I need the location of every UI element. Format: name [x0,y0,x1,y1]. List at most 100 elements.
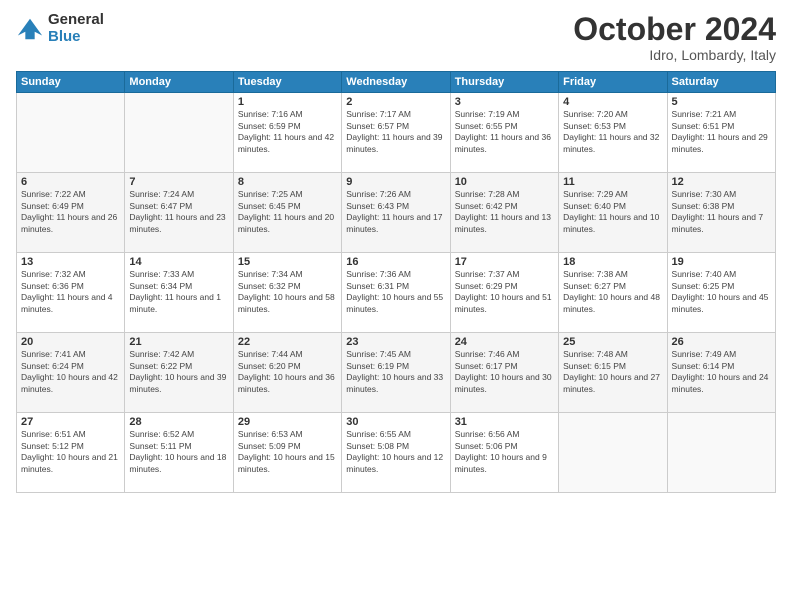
calendar-cell: 12Sunrise: 7:30 AM Sunset: 6:38 PM Dayli… [667,173,775,253]
day-info: Sunrise: 6:53 AM Sunset: 5:09 PM Dayligh… [238,429,337,475]
day-number: 4 [563,96,662,108]
calendar-cell: 5Sunrise: 7:21 AM Sunset: 6:51 PM Daylig… [667,93,775,173]
day-info: Sunrise: 7:49 AM Sunset: 6:14 PM Dayligh… [672,349,771,395]
day-info: Sunrise: 7:20 AM Sunset: 6:53 PM Dayligh… [563,109,662,155]
day-number: 5 [672,96,771,108]
weekday-header-monday: Monday [125,72,233,93]
logo-icon [16,15,44,43]
calendar-cell: 2Sunrise: 7:17 AM Sunset: 6:57 PM Daylig… [342,93,450,173]
calendar-table: SundayMondayTuesdayWednesdayThursdayFrid… [16,71,776,493]
weekday-header-friday: Friday [559,72,667,93]
day-number: 6 [21,176,120,188]
day-number: 31 [455,416,554,428]
day-info: Sunrise: 7:42 AM Sunset: 6:22 PM Dayligh… [129,349,228,395]
calendar-cell: 4Sunrise: 7:20 AM Sunset: 6:53 PM Daylig… [559,93,667,173]
day-number: 10 [455,176,554,188]
calendar-cell: 27Sunrise: 6:51 AM Sunset: 5:12 PM Dayli… [17,413,125,493]
calendar-cell: 15Sunrise: 7:34 AM Sunset: 6:32 PM Dayli… [233,253,341,333]
day-number: 30 [346,416,445,428]
day-info: Sunrise: 7:26 AM Sunset: 6:43 PM Dayligh… [346,189,445,235]
calendar-cell: 13Sunrise: 7:32 AM Sunset: 6:36 PM Dayli… [17,253,125,333]
day-info: Sunrise: 7:21 AM Sunset: 6:51 PM Dayligh… [672,109,771,155]
day-number: 27 [21,416,120,428]
day-number: 21 [129,336,228,348]
calendar-week-5: 27Sunrise: 6:51 AM Sunset: 5:12 PM Dayli… [17,413,776,493]
day-number: 22 [238,336,337,348]
day-number: 28 [129,416,228,428]
day-number: 3 [455,96,554,108]
day-info: Sunrise: 7:19 AM Sunset: 6:55 PM Dayligh… [455,109,554,155]
calendar-cell [559,413,667,493]
calendar-page: General Blue October 2024 Idro, Lombardy… [0,0,792,612]
day-info: Sunrise: 7:37 AM Sunset: 6:29 PM Dayligh… [455,269,554,315]
calendar-cell: 10Sunrise: 7:28 AM Sunset: 6:42 PM Dayli… [450,173,558,253]
calendar-cell: 21Sunrise: 7:42 AM Sunset: 6:22 PM Dayli… [125,333,233,413]
calendar-cell: 1Sunrise: 7:16 AM Sunset: 6:59 PM Daylig… [233,93,341,173]
weekday-header-row: SundayMondayTuesdayWednesdayThursdayFrid… [17,72,776,93]
weekday-header-tuesday: Tuesday [233,72,341,93]
logo: General Blue [16,12,104,45]
weekday-header-sunday: Sunday [17,72,125,93]
day-info: Sunrise: 7:28 AM Sunset: 6:42 PM Dayligh… [455,189,554,235]
day-number: 11 [563,176,662,188]
calendar-cell [125,93,233,173]
calendar-cell: 29Sunrise: 6:53 AM Sunset: 5:09 PM Dayli… [233,413,341,493]
calendar-cell: 6Sunrise: 7:22 AM Sunset: 6:49 PM Daylig… [17,173,125,253]
day-number: 7 [129,176,228,188]
day-number: 20 [21,336,120,348]
calendar-cell: 31Sunrise: 6:56 AM Sunset: 5:06 PM Dayli… [450,413,558,493]
calendar-subtitle: Idro, Lombardy, Italy [573,47,776,63]
logo-blue: Blue [48,29,104,46]
day-info: Sunrise: 7:33 AM Sunset: 6:34 PM Dayligh… [129,269,228,315]
day-info: Sunrise: 7:41 AM Sunset: 6:24 PM Dayligh… [21,349,120,395]
calendar-cell: 26Sunrise: 7:49 AM Sunset: 6:14 PM Dayli… [667,333,775,413]
day-number: 17 [455,256,554,268]
day-info: Sunrise: 6:51 AM Sunset: 5:12 PM Dayligh… [21,429,120,475]
calendar-cell: 11Sunrise: 7:29 AM Sunset: 6:40 PM Dayli… [559,173,667,253]
day-number: 23 [346,336,445,348]
calendar-cell: 22Sunrise: 7:44 AM Sunset: 6:20 PM Dayli… [233,333,341,413]
day-number: 8 [238,176,337,188]
day-number: 25 [563,336,662,348]
day-number: 9 [346,176,445,188]
day-info: Sunrise: 7:44 AM Sunset: 6:20 PM Dayligh… [238,349,337,395]
calendar-cell: 7Sunrise: 7:24 AM Sunset: 6:47 PM Daylig… [125,173,233,253]
calendar-cell: 20Sunrise: 7:41 AM Sunset: 6:24 PM Dayli… [17,333,125,413]
day-number: 15 [238,256,337,268]
day-info: Sunrise: 6:55 AM Sunset: 5:08 PM Dayligh… [346,429,445,475]
day-number: 14 [129,256,228,268]
day-info: Sunrise: 7:38 AM Sunset: 6:27 PM Dayligh… [563,269,662,315]
day-info: Sunrise: 6:56 AM Sunset: 5:06 PM Dayligh… [455,429,554,475]
weekday-header-thursday: Thursday [450,72,558,93]
logo-text: General Blue [48,12,104,45]
day-info: Sunrise: 7:25 AM Sunset: 6:45 PM Dayligh… [238,189,337,235]
calendar-cell [17,93,125,173]
day-info: Sunrise: 7:24 AM Sunset: 6:47 PM Dayligh… [129,189,228,235]
day-info: Sunrise: 7:32 AM Sunset: 6:36 PM Dayligh… [21,269,120,315]
day-number: 26 [672,336,771,348]
day-number: 2 [346,96,445,108]
day-info: Sunrise: 7:36 AM Sunset: 6:31 PM Dayligh… [346,269,445,315]
header: General Blue October 2024 Idro, Lombardy… [16,12,776,63]
calendar-cell: 14Sunrise: 7:33 AM Sunset: 6:34 PM Dayli… [125,253,233,333]
calendar-cell: 17Sunrise: 7:37 AM Sunset: 6:29 PM Dayli… [450,253,558,333]
calendar-week-3: 13Sunrise: 7:32 AM Sunset: 6:36 PM Dayli… [17,253,776,333]
day-number: 16 [346,256,445,268]
calendar-cell: 25Sunrise: 7:48 AM Sunset: 6:15 PM Dayli… [559,333,667,413]
day-number: 1 [238,96,337,108]
day-info: Sunrise: 7:16 AM Sunset: 6:59 PM Dayligh… [238,109,337,155]
day-info: Sunrise: 7:46 AM Sunset: 6:17 PM Dayligh… [455,349,554,395]
day-info: Sunrise: 7:22 AM Sunset: 6:49 PM Dayligh… [21,189,120,235]
calendar-cell: 8Sunrise: 7:25 AM Sunset: 6:45 PM Daylig… [233,173,341,253]
calendar-cell: 16Sunrise: 7:36 AM Sunset: 6:31 PM Dayli… [342,253,450,333]
weekday-header-saturday: Saturday [667,72,775,93]
day-info: Sunrise: 7:34 AM Sunset: 6:32 PM Dayligh… [238,269,337,315]
calendar-cell: 9Sunrise: 7:26 AM Sunset: 6:43 PM Daylig… [342,173,450,253]
calendar-cell: 23Sunrise: 7:45 AM Sunset: 6:19 PM Dayli… [342,333,450,413]
logo-general: General [48,12,104,29]
day-number: 29 [238,416,337,428]
day-info: Sunrise: 6:52 AM Sunset: 5:11 PM Dayligh… [129,429,228,475]
calendar-cell: 30Sunrise: 6:55 AM Sunset: 5:08 PM Dayli… [342,413,450,493]
calendar-week-4: 20Sunrise: 7:41 AM Sunset: 6:24 PM Dayli… [17,333,776,413]
day-info: Sunrise: 7:45 AM Sunset: 6:19 PM Dayligh… [346,349,445,395]
